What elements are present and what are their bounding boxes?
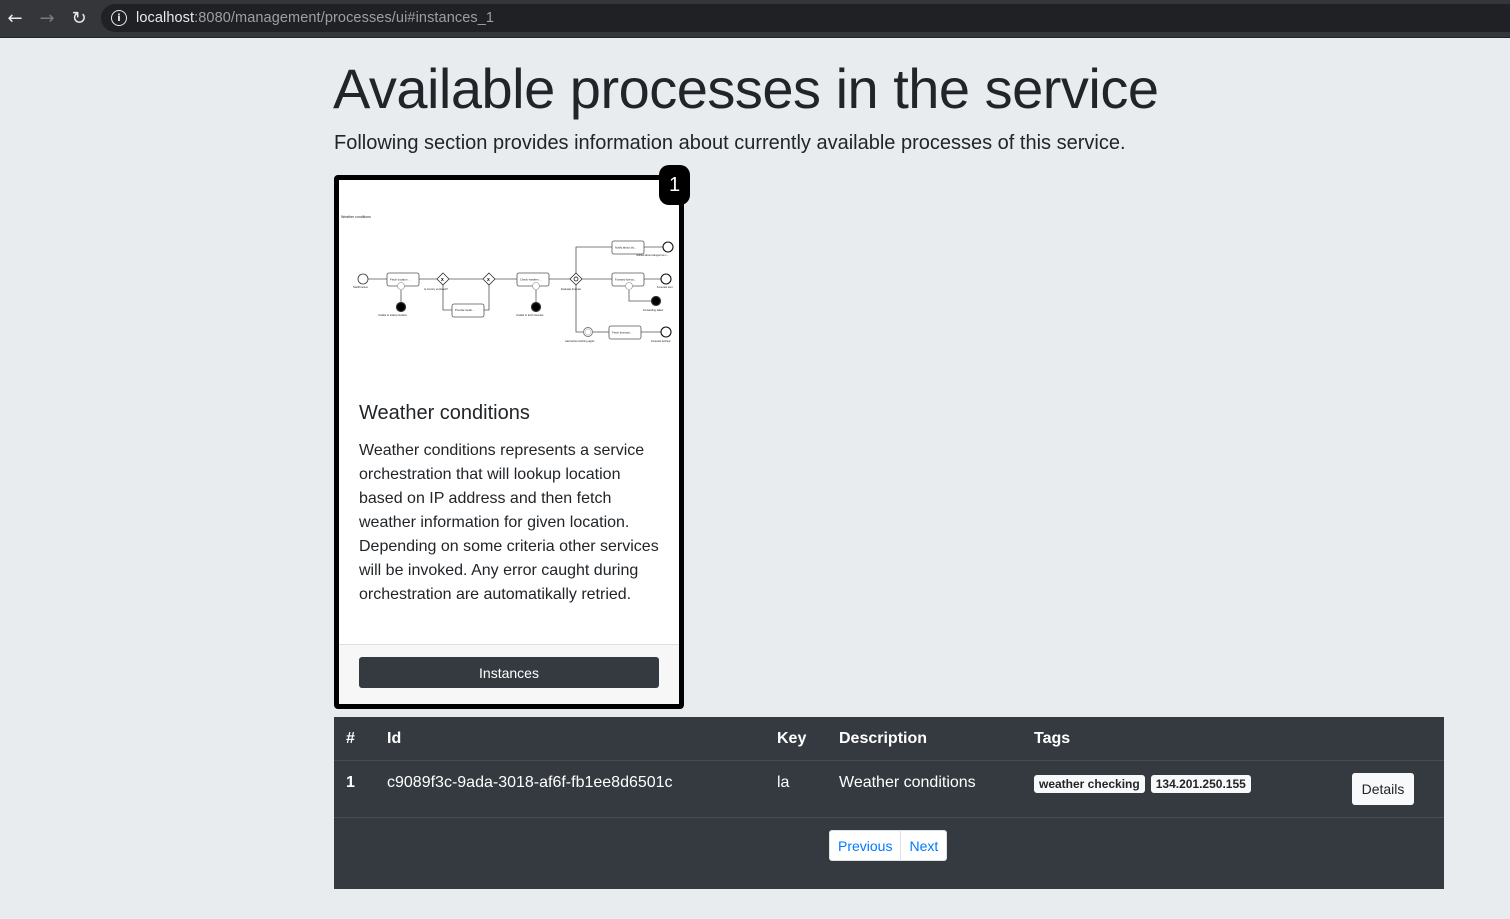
instance-tags: weather checking 134.201.250.155 — [1034, 775, 1257, 793]
gateway-x-icon: x — [487, 277, 490, 283]
tag-badge: 134.201.250.155 — [1150, 775, 1251, 793]
diagram-label: Forecast sent — [657, 285, 673, 289]
column-header-id: Id — [387, 730, 402, 747]
diagram-label: Is country excluded? — [424, 287, 448, 291]
table-row: 1 c9089f3c-9ada-3018-af6f-fb1ee8d6501c l… — [334, 761, 1444, 818]
diagram-label: StartProcess — [353, 285, 369, 289]
previous-page-link[interactable]: Previous — [830, 831, 900, 860]
column-header-number: # — [346, 730, 355, 747]
process-title: Weather conditions — [359, 402, 530, 424]
end-event-error — [650, 295, 662, 307]
gateway-x-icon: x — [441, 277, 444, 283]
end-event-error — [530, 301, 542, 313]
flow-line — [484, 285, 490, 311]
toolbar-divider — [0, 37, 1510, 38]
table-header: # Id Key Description Tags — [334, 717, 1444, 761]
address-bar[interactable]: i localhost:8080/management/processes/ui… — [101, 4, 1510, 32]
boundary-event — [397, 282, 405, 290]
diagram-label: Forward foreca... — [615, 278, 636, 282]
url-text: localhost:8080/management/processes/ui#i… — [136, 10, 494, 26]
instances-table: # Id Key Description Tags 1 c9089f3c-9ad… — [334, 717, 1444, 889]
diagram-label: Evaluate forecast — [561, 287, 581, 291]
end-event — [662, 241, 674, 253]
url-path: :8080/management/processes/ui#instances_… — [194, 10, 495, 26]
diagram-label: Unable to lookup location — [378, 313, 408, 317]
next-page-link[interactable]: Next — [900, 831, 946, 860]
diagram-label: Notify about da... — [615, 246, 636, 250]
end-event-error — [395, 301, 407, 313]
end-event — [660, 326, 672, 338]
page-title: Available processes in the service — [333, 57, 1159, 120]
browser-toolbar: ← → ↻ i localhost:8080/management/proces… — [0, 0, 1510, 37]
diagram-label: Forecast fetched — [651, 339, 671, 343]
flow-line — [575, 246, 612, 273]
instance-id: c9089f3c-9ada-3018-af6f-fb1ee8d6501c — [387, 774, 673, 791]
instances-button[interactable]: Instances — [359, 657, 659, 688]
url-host: localhost — [136, 10, 195, 26]
column-header-tags: Tags — [1034, 730, 1071, 747]
process-card: Weather conditions StartProcess Fetch lo… — [334, 175, 684, 709]
process-description: Weather conditions represents a service … — [359, 442, 659, 603]
info-icon[interactable]: i — [111, 10, 127, 26]
end-event — [660, 273, 672, 285]
column-header-key: Key — [777, 730, 807, 747]
diagram-label: Forwarding failed — [643, 308, 663, 312]
instance-description: Weather conditions — [839, 774, 976, 791]
row-number: 1 — [346, 774, 355, 791]
details-button[interactable]: Details — [1352, 773, 1414, 805]
flow-line — [628, 290, 651, 302]
page-lead: Following section provides information a… — [334, 132, 1126, 154]
reload-button[interactable]: ↻ — [67, 6, 91, 30]
diagram-label: Unable to fetch forecast — [516, 313, 544, 317]
diagram-label: Provide locati... — [455, 308, 474, 312]
diagram-title: Weather conditions — [341, 215, 371, 219]
pagination: Previous Next — [829, 830, 948, 861]
card-footer: Instances — [339, 644, 679, 704]
process-number-badge: 1 — [659, 165, 690, 205]
diagram-label: notified about dangerous c... — [636, 253, 669, 257]
reload-icon: ↻ — [71, 7, 87, 29]
back-button[interactable]: ← — [3, 6, 27, 30]
diagram-label: Check weather ... — [520, 278, 542, 282]
instance-key: la — [777, 774, 790, 791]
column-header-description: Description — [839, 730, 928, 747]
tag-badge: weather checking — [1034, 775, 1145, 793]
diagram-label: Fetch forecast ... — [612, 331, 633, 335]
diagram-label: Fetch location ... — [390, 278, 411, 282]
forward-button[interactable]: → — [35, 6, 59, 30]
boundary-event — [532, 282, 540, 290]
card-body: Weather conditions Weather conditions re… — [359, 402, 659, 607]
flow-line — [575, 285, 583, 333]
boundary-event — [625, 282, 633, 290]
start-event — [357, 273, 369, 285]
arrow-right-icon: → — [39, 7, 55, 29]
gateway-inclusive — [569, 272, 583, 286]
diagram-label: wait before fetching again — [565, 339, 595, 343]
arrow-left-icon: ← — [7, 7, 23, 29]
process-diagram[interactable]: Weather conditions StartProcess Fetch lo… — [339, 180, 679, 390]
